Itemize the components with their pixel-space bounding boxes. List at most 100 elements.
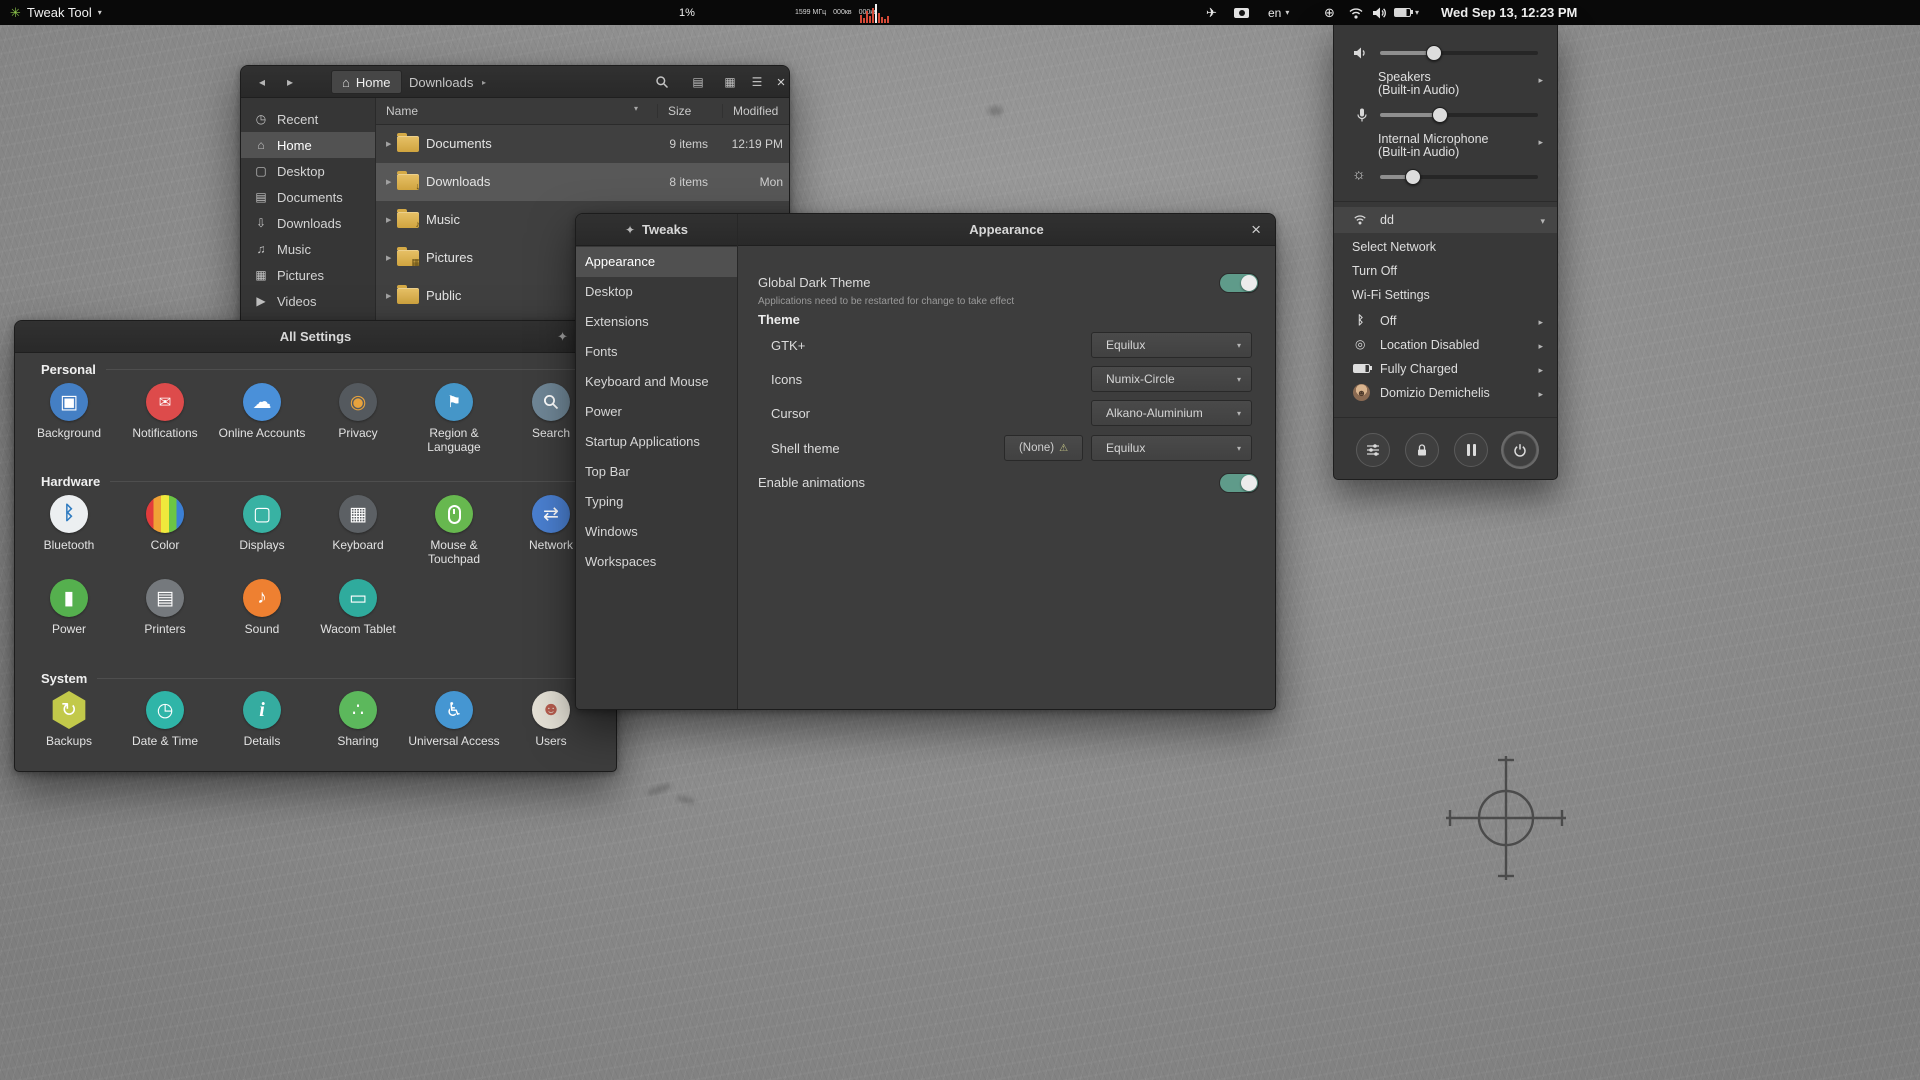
sidebar-item-documents[interactable]: ▤ Documents bbox=[241, 184, 375, 210]
menu-item-wifi-settings[interactable]: Wi-Fi Settings bbox=[1334, 283, 1557, 307]
cpu-indicator[interactable]: 1% bbox=[679, 0, 695, 25]
global-dark-theme-toggle[interactable] bbox=[1219, 273, 1259, 293]
settings-item-online-accounts[interactable]: ☁ Online Accounts bbox=[214, 383, 310, 440]
column-modified[interactable]: Modified bbox=[722, 104, 778, 118]
tray-plane-indicator[interactable]: ✈ bbox=[1206, 0, 1217, 25]
settings-item-mouse-touchpad[interactable]: Mouse & Touchpad bbox=[406, 495, 502, 566]
lock-button[interactable] bbox=[1405, 433, 1439, 467]
enable-animations-toggle[interactable] bbox=[1219, 473, 1259, 493]
settings-item-bluetooth[interactable]: ᛒ Bluetooth bbox=[21, 495, 117, 552]
sidebar-item-pictures[interactable]: ▦ Pictures bbox=[241, 262, 375, 288]
submenu-arrow-icon[interactable]: ▸ bbox=[1538, 137, 1543, 148]
tab-typing[interactable]: Typing bbox=[576, 487, 737, 517]
network-proxy-indicator[interactable]: ⊕ bbox=[1324, 0, 1335, 25]
settings-item-region-language[interactable]: ⚑ Region & Language bbox=[406, 383, 502, 454]
wifi-indicator[interactable] bbox=[1348, 0, 1364, 25]
cursor-theme-dropdown[interactable]: Alkano-Aluminium ▾ bbox=[1091, 400, 1252, 426]
back-button[interactable]: ◂ bbox=[251, 72, 273, 92]
tab-top-bar[interactable]: Top Bar bbox=[576, 457, 737, 487]
column-name[interactable]: Name bbox=[386, 104, 418, 118]
microphone-knob[interactable] bbox=[1432, 107, 1449, 123]
settings-item-power[interactable]: ▮ Power bbox=[21, 579, 117, 636]
suspend-button[interactable] bbox=[1454, 433, 1488, 467]
tab-power[interactable]: Power bbox=[576, 397, 737, 427]
expander-icon[interactable]: ▶ bbox=[386, 216, 391, 224]
expander-icon[interactable]: ▶ bbox=[386, 254, 391, 262]
tab-fonts[interactable]: Fonts bbox=[576, 337, 737, 367]
file-row-downloads[interactable]: ▶ ↓ Downloads 8 items Mon bbox=[376, 163, 789, 201]
bluetooth-row[interactable]: ᛒ Off ▸ bbox=[1334, 309, 1557, 333]
close-button[interactable]: × bbox=[1251, 220, 1261, 240]
tweaks-sidebar-header[interactable]: ✦ Tweaks bbox=[576, 214, 737, 246]
volume-indicator[interactable] bbox=[1371, 0, 1387, 25]
settings-item-keyboard[interactable]: ▦ Keyboard bbox=[310, 495, 406, 552]
settings-item-details[interactable]: i Details bbox=[214, 691, 310, 748]
tab-appearance[interactable]: Appearance bbox=[576, 247, 737, 277]
breadcrumb-downloads[interactable]: Downloads bbox=[399, 70, 483, 94]
close-button[interactable]: × bbox=[770, 73, 792, 91]
menu-item-turn-off[interactable]: Turn Off bbox=[1334, 259, 1557, 283]
sidebar-item-desktop[interactable]: ▢ Desktop bbox=[241, 158, 375, 184]
app-menu[interactable]: ✳ Tweak Tool ▾ bbox=[10, 0, 102, 25]
volume-slider[interactable] bbox=[1380, 45, 1538, 61]
settings-item-color[interactable]: Color bbox=[117, 495, 213, 552]
list-view-button[interactable]: ▤ bbox=[687, 73, 709, 91]
settings-item-sound[interactable]: ♪ Sound bbox=[214, 579, 310, 636]
location-row[interactable]: ◎ Location Disabled ▸ bbox=[1334, 333, 1557, 357]
menu-item-select-network[interactable]: Select Network bbox=[1334, 235, 1557, 259]
expander-icon[interactable]: ▶ bbox=[386, 178, 391, 186]
settings-titlebar[interactable]: All Settings ✦ bbox=[15, 321, 616, 353]
tab-desktop[interactable]: Desktop bbox=[576, 277, 737, 307]
compass-icon[interactable]: ✦ bbox=[557, 329, 568, 345]
tab-windows[interactable]: Windows bbox=[576, 517, 737, 547]
user-row[interactable]: ☻ Domizio Demichelis ▸ bbox=[1334, 381, 1557, 405]
settings-item-notifications[interactable]: ✉ Notifications bbox=[117, 383, 213, 440]
settings-item-displays[interactable]: ▢ Displays bbox=[214, 495, 310, 552]
tab-extensions[interactable]: Extensions bbox=[576, 307, 737, 337]
tab-workspaces[interactable]: Workspaces bbox=[576, 547, 737, 577]
shell-theme-dropdown[interactable]: Equilux ▾ bbox=[1091, 435, 1252, 461]
settings-item-backups[interactable]: ↻ Backups bbox=[21, 691, 117, 748]
submenu-arrow-icon[interactable]: ▸ bbox=[1538, 75, 1543, 86]
search-button[interactable] bbox=[651, 73, 673, 91]
sidebar-item-music[interactable]: ♫ Music bbox=[241, 236, 375, 262]
grid-view-button[interactable]: ▦ bbox=[719, 73, 741, 91]
screenshot-indicator[interactable] bbox=[1234, 0, 1249, 25]
settings-item-sharing[interactable]: ∴ Sharing bbox=[310, 691, 406, 748]
battery-row[interactable]: Fully Charged ▸ bbox=[1334, 357, 1557, 381]
gtk-theme-dropdown[interactable]: Equilux ▾ bbox=[1091, 332, 1252, 358]
sidebar-item-videos[interactable]: ▶ Videos bbox=[241, 288, 375, 314]
brightness-knob[interactable] bbox=[1405, 169, 1422, 185]
wifi-network-row[interactable]: dd ▾ bbox=[1334, 207, 1557, 233]
tweaks-panel-titlebar[interactable]: Appearance × bbox=[738, 214, 1275, 246]
settings-item-printers[interactable]: ▤ Printers bbox=[117, 579, 213, 636]
sidebar-item-home[interactable]: ⌂ Home bbox=[241, 132, 375, 158]
power-button[interactable] bbox=[1503, 433, 1537, 467]
shell-theme-none-button[interactable]: (None) ⚠ bbox=[1004, 435, 1083, 461]
breadcrumb-home[interactable]: ⌂ Home bbox=[331, 70, 402, 94]
settings-button[interactable] bbox=[1356, 433, 1390, 467]
files-titlebar[interactable]: ◂ ▸ ⌂ Home Downloads ▸ ▤ ▦ ☰ × bbox=[241, 66, 789, 98]
settings-item-wacom[interactable]: ▭ Wacom Tablet bbox=[310, 579, 406, 636]
microphone-slider[interactable] bbox=[1380, 107, 1538, 123]
column-size[interactable]: Size bbox=[657, 104, 691, 118]
settings-item-privacy[interactable]: ◉ Privacy bbox=[310, 383, 406, 440]
clock-indicator[interactable]: Wed Sep 13, 12:23 PM bbox=[1441, 0, 1577, 25]
tab-keyboard-mouse[interactable]: Keyboard and Mouse bbox=[576, 367, 737, 397]
settings-item-universal-access[interactable]: ♿ Universal Access bbox=[406, 691, 502, 748]
settings-item-background[interactable]: ▣ Background bbox=[21, 383, 117, 440]
settings-item-date-time[interactable]: ◷ Date & Time bbox=[117, 691, 213, 748]
sidebar-item-recent[interactable]: ◷ Recent bbox=[241, 106, 375, 132]
brightness-slider[interactable] bbox=[1380, 169, 1538, 185]
expander-icon[interactable]: ▶ bbox=[386, 140, 391, 148]
forward-button[interactable]: ▸ bbox=[279, 72, 301, 92]
expander-icon[interactable]: ▶ bbox=[386, 292, 391, 300]
tab-startup-applications[interactable]: Startup Applications bbox=[576, 427, 737, 457]
icon-theme-dropdown[interactable]: Numix-Circle ▾ bbox=[1091, 366, 1252, 392]
volume-knob[interactable] bbox=[1425, 45, 1442, 61]
sidebar-item-downloads[interactable]: ⇩ Downloads bbox=[241, 210, 375, 236]
file-row-documents[interactable]: ▶ Documents 9 items 12:19 PM bbox=[376, 125, 789, 163]
battery-indicator[interactable]: ▾ bbox=[1394, 0, 1419, 25]
keyboard-layout-indicator[interactable]: en ▾ bbox=[1268, 0, 1289, 25]
menu-button[interactable]: ☰ bbox=[746, 73, 768, 91]
